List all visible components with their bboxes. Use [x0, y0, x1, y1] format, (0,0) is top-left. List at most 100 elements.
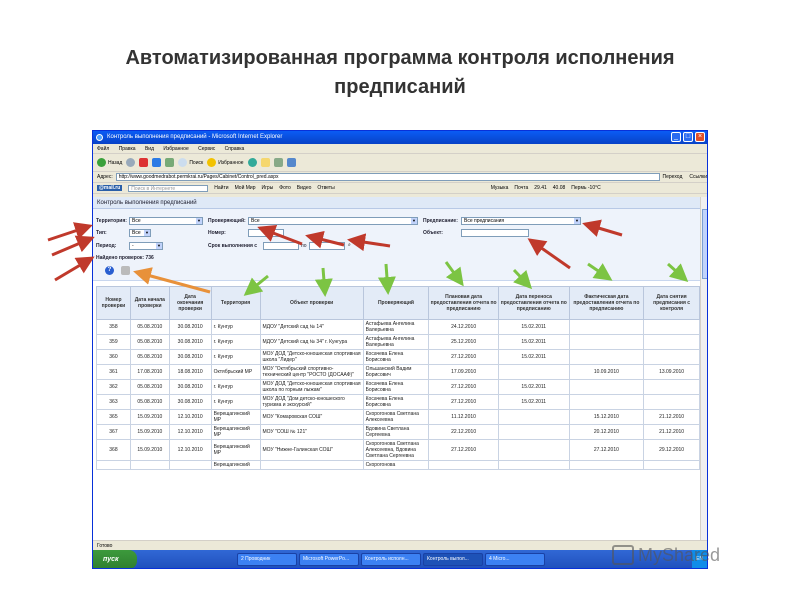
cell-territory: г. Кунгур [210, 379, 261, 395]
territory-select[interactable]: Все ▼ [129, 217, 203, 225]
task-control-1[interactable]: Контроль исполн... [361, 553, 421, 566]
territory-value: Все [132, 218, 141, 224]
table-row[interactable]: 358 05.08.2010 30.08.2010 г. Кунгур МДОУ "Де… [96, 319, 700, 335]
refresh-icon[interactable] [152, 158, 162, 167]
cell-postponed-date: 15.02.2011 [497, 319, 570, 335]
back-button[interactable]: Назад [97, 158, 122, 167]
col-number[interactable]: Номер проверки [96, 286, 131, 320]
links-label[interactable]: Ссылки [689, 174, 707, 180]
cell-actual-date: 15.12.2010 [568, 409, 645, 425]
forward-icon[interactable] [126, 158, 136, 167]
deadline-from-input[interactable] [263, 242, 299, 250]
col-inspector[interactable]: Проверяющий [362, 286, 430, 320]
chevron-down-icon: ▼ [411, 218, 417, 224]
print-icon[interactable] [273, 158, 283, 167]
link-mail[interactable]: Почта [514, 185, 528, 191]
link-photo[interactable]: Фото [279, 185, 291, 191]
web-search-input[interactable]: Поиск в Интернете [128, 184, 209, 192]
type-select[interactable]: Все ▼ [129, 229, 151, 237]
task-control-2[interactable]: Контроль выпол... [423, 553, 483, 566]
col-start-date[interactable]: Дата начала проверки [129, 286, 170, 320]
watermark-text: MyShared [638, 544, 721, 565]
col-planned-date[interactable]: Плановая дата предоставления отчета по п… [428, 286, 499, 320]
table-row[interactable]: 363 05.08.2010 30.08.2010 г. Кунгур МОУ ДОД … [96, 394, 700, 410]
cell-actual-date [568, 349, 645, 365]
vertical-scrollbar[interactable] [700, 197, 707, 540]
cell-start-date: 15.09.2010 [129, 424, 170, 440]
cell-end-date: 30.08.2010 [168, 319, 212, 335]
slide-title: Автоматизированная программа контроля ис… [40, 44, 760, 102]
red-arrow [47, 222, 93, 242]
menu-favorites[interactable]: Избранное [163, 146, 188, 152]
cell-number [96, 460, 131, 470]
cell-territory: г. Кунгур [210, 334, 261, 350]
cell-object: МДОУ "Детский сад № 14" [259, 319, 364, 335]
table-row[interactable]: 368 15.09.2010 12.10.2010 Верещагинский МР М… [96, 439, 700, 461]
menu-tools[interactable]: Сервис [198, 146, 215, 152]
find-button[interactable]: Найти [214, 185, 228, 191]
mail-icon[interactable] [260, 158, 270, 167]
taskbar-items: 2 Проводник Microsoft PowerPo... Контрол… [237, 553, 545, 566]
menu-file[interactable]: Файл [97, 146, 109, 152]
number-input[interactable] [248, 229, 284, 237]
table-row[interactable]: 367 15.09.2010 12.10.2010 Верещагинский МР М… [96, 424, 700, 440]
cell-postponed-date: 15.02.2011 [497, 349, 570, 365]
maximize-button[interactable]: □ [683, 132, 693, 142]
table-row[interactable]: 365 15.09.2010 12.10.2010 Верещагинский МР М… [96, 409, 700, 425]
search-button[interactable]: Поиск [178, 158, 203, 167]
menu-edit[interactable]: Правка [119, 146, 136, 152]
cell-postponed-date: 15.02.2011 [497, 379, 570, 395]
link-my-world[interactable]: Мой Мир [235, 185, 256, 191]
col-object[interactable]: Объект проверки [259, 286, 364, 320]
mailru-logo[interactable]: @mail.ru [97, 185, 123, 191]
deadline-to-input[interactable] [309, 242, 345, 250]
history-icon[interactable] [247, 158, 257, 167]
print-icon[interactable] [121, 266, 130, 275]
favorites-button[interactable]: Избранное [207, 158, 244, 167]
type-value: Все [132, 230, 141, 236]
table-row[interactable]: 360 05.08.2010 30.08.2010 г. Кунгур МОУ ДОД … [96, 349, 700, 365]
task-explorer[interactable]: 2 Проводник [237, 553, 297, 566]
table-row[interactable]: 361 17.08.2010 18.08.2010 Октябрьский МР МОУ… [96, 364, 700, 380]
scrollbar-thumb[interactable] [702, 209, 707, 279]
inspector-label: Проверяющий: [208, 218, 246, 224]
table-row[interactable]: 359 05.08.2010 30.08.2010 г. Кунгур МДОУ "Де… [96, 334, 700, 350]
col-actual-date[interactable]: Фактическая дата предоставления отчета п… [568, 286, 645, 320]
address-input[interactable]: http://www.goodmedrabot.permkrai.ru/Page… [115, 173, 660, 181]
col-end-date[interactable]: Дата окончания проверки [168, 286, 212, 320]
table-row[interactable]: 362 05.08.2010 30.08.2010 г. Кунгур МОУ ДОД … [96, 379, 700, 395]
cell-actual-date: 20.12.2010 [568, 424, 645, 440]
stop-icon[interactable] [139, 158, 149, 167]
period-select[interactable]: - ▼ [129, 242, 163, 250]
prescription-select[interactable]: Все предписания ▼ [461, 217, 581, 225]
cell-object: МОУ ДОД "Дом детско-юношеского туризма и… [259, 394, 364, 410]
link-video[interactable]: Видео [297, 185, 312, 191]
red-arrow [54, 256, 95, 282]
close-button[interactable]: × [695, 132, 705, 142]
task-powerpoint[interactable]: Microsoft PowerPo... [299, 553, 359, 566]
minimize-button[interactable]: _ [671, 132, 681, 142]
cell-inspector: Скорогонова Светлана Алексеевна [362, 409, 430, 425]
object-input[interactable] [461, 229, 529, 237]
link-answers[interactable]: Ответы [317, 185, 334, 191]
task-microsoft[interactable]: 4 Micro... [485, 553, 545, 566]
col-removal-date[interactable]: Дата снятия предписания с контроля [643, 286, 700, 320]
col-territory[interactable]: Территория [210, 286, 261, 320]
go-button[interactable]: Переход [663, 174, 683, 180]
link-music[interactable]: Музыка [491, 185, 509, 191]
edit-icon[interactable] [286, 158, 296, 167]
link-games[interactable]: Игры [262, 185, 274, 191]
help-icon[interactable]: ? [105, 266, 114, 275]
home-icon[interactable] [165, 158, 175, 167]
inspector-select[interactable]: Все ▼ [248, 217, 418, 225]
menu-view[interactable]: Вид [145, 146, 154, 152]
col-postponed-date[interactable]: Дата переноса предоставления отчета по п… [497, 286, 570, 320]
calendar-icon[interactable]: ⌕ [348, 242, 351, 248]
deadline-from-label: Срок выполнения с [208, 243, 258, 249]
start-button[interactable]: пуск [93, 550, 137, 568]
table-row[interactable]: Верещагинский Скорогонова [96, 460, 700, 470]
cell-end-date: 30.08.2010 [168, 349, 212, 365]
cell-actual-date [568, 460, 645, 470]
type-label: Тип: [96, 230, 107, 236]
menu-help[interactable]: Справка [225, 146, 245, 152]
